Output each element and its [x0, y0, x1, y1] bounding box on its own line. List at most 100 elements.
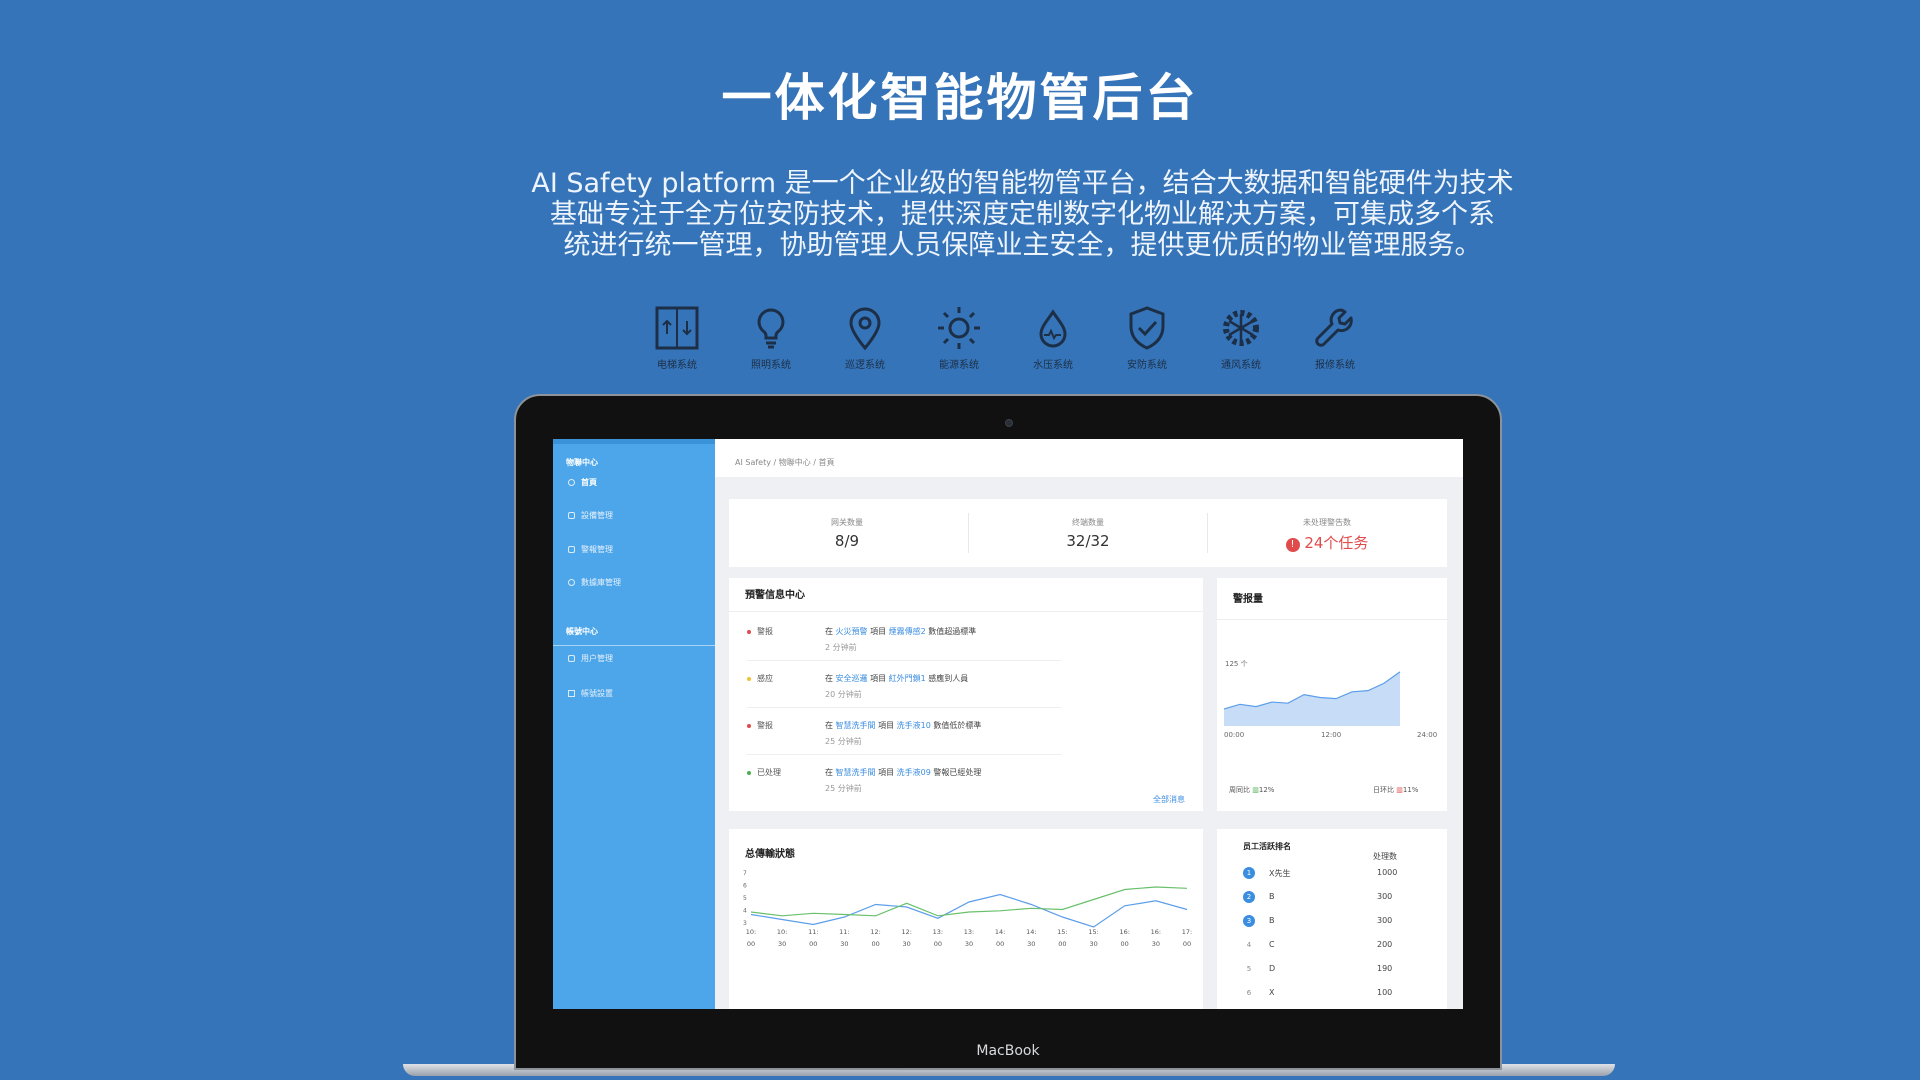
transfer-line-chart: 7654310:0010:3011:0011:3012:0012:3013:00…	[743, 870, 1192, 948]
system-repair: 报修系统	[1295, 304, 1375, 371]
y-tick-label: 7	[743, 870, 747, 877]
alarm-area-chart	[1223, 671, 1401, 726]
stat-value: ! 24个任务	[1209, 532, 1445, 553]
sidebar-item-users[interactable]: 用户管理	[568, 653, 613, 664]
alert-mid: 項目	[870, 627, 887, 636]
system-label: 巡逻系统	[845, 360, 885, 371]
ranking-card: 员工活跃排名 处理数 1 X先生 1000 2 B 300 3 B 300 4 C 200 5 D 190 6…	[1217, 829, 1447, 1009]
system-icon-row: 电梯系统 照明系统 巡逻系统 能源系统 水压系统 安防系统 通风系统 报修系统	[630, 304, 1370, 384]
stat-divider	[1207, 513, 1208, 553]
alert-system-link[interactable]: 火災預警	[836, 627, 868, 636]
rank-name: C	[1269, 940, 1275, 949]
alert-message: 在 安全巡邏 項目 紅外門鎖1 感應到人員	[825, 673, 968, 684]
sidebar-item-home[interactable]: 首頁	[568, 477, 597, 488]
sidebar-item-label: 帳號設置	[581, 689, 613, 698]
system-label: 安防系统	[1127, 360, 1167, 371]
status-dot	[747, 677, 751, 681]
sidebar-item-label: 首頁	[581, 478, 597, 487]
x-tick-label: 12:	[901, 928, 911, 936]
sidebar-item-database[interactable]: 數據庫管理	[568, 577, 621, 588]
x-tick-label: 30	[1152, 940, 1160, 948]
alert-time: 25 分钟前	[825, 737, 862, 746]
x-tick-label: 10:	[746, 928, 756, 936]
transfer-title: 总傳輸狀態	[745, 849, 795, 860]
week-label: 周同比	[1229, 786, 1250, 794]
wrench-icon	[1315, 308, 1353, 347]
hero-description: AI Safety platform 是一个企业级的智能物管平台，结合大数据和智…	[510, 168, 1535, 261]
sidebar-item-label: 設備管理	[581, 511, 613, 520]
alert-device-link[interactable]: 洗手液09	[897, 768, 931, 777]
alarm-x-label: 00:00	[1224, 731, 1245, 739]
stat-value: 32/32	[1066, 532, 1110, 550]
bulb-icon	[757, 308, 785, 349]
system-water: 水压系统	[1013, 304, 1093, 371]
desc-line: 基础专注于全方位安防技术，提供深度定制数字化物业解决方案，可集成多个系	[550, 199, 1495, 230]
warning-icon	[568, 690, 575, 697]
alarm-volume-title: 警报量	[1233, 594, 1263, 605]
main-content: AI Safety / 物聯中心 / 首頁 网关数量 8/9 终端数量 32/3…	[715, 439, 1463, 1009]
desc-line: AI Safety platform 是一个企业级的智能物管平台，结合大数据和智…	[531, 168, 1514, 199]
desc-line: 统进行统一管理，协助管理人员保障业主安全，提供更优质的物业管理服务。	[563, 230, 1482, 261]
alert-device-link[interactable]: 煙霧傳感2	[889, 627, 926, 636]
system-label: 通风系统	[1221, 360, 1261, 371]
alarm-x-label: 12:00	[1321, 731, 1342, 739]
app-screen: 物聯中心 首頁 設備管理 警報管理 數據庫管理 帳號中心 用户管理 帳號設置 A…	[553, 439, 1463, 1009]
alert-pre: 在	[825, 627, 833, 636]
ranking-row: 4 C 200	[1243, 939, 1393, 953]
sidebar-item-devices[interactable]: 設備管理	[568, 510, 613, 521]
stat-unhandled-alerts: 未处理警告数 ! 24个任务	[1209, 499, 1445, 567]
stat-value-text: 24个任务	[1304, 534, 1369, 552]
x-tick-label: 14:	[1026, 928, 1036, 936]
x-tick-label: 00	[1183, 940, 1191, 948]
alert-pre: 在	[825, 674, 833, 683]
ranking-title: 员工活跃排名	[1243, 842, 1291, 851]
system-lighting: 照明系统	[731, 304, 811, 371]
rank-count: 100	[1377, 988, 1393, 997]
alert-post: 數值超過標準	[928, 627, 977, 636]
rank-name: X	[1269, 988, 1275, 997]
x-tick-label: 00	[1058, 940, 1066, 948]
x-tick-label: 15:	[1057, 928, 1067, 936]
shield-check-icon	[1129, 306, 1165, 350]
all-messages-link[interactable]: 全部消息	[1153, 794, 1185, 805]
sidebar-item-alarms[interactable]: 警報管理	[568, 544, 613, 555]
alert-circle-icon: !	[1285, 538, 1300, 552]
alert-system-link[interactable]: 智慧洗手間	[836, 768, 876, 777]
stat-label: 终端数量	[1072, 518, 1104, 527]
laptop-brand: MacBook	[976, 1043, 1040, 1059]
alert-post: 感應到人員	[928, 674, 969, 683]
alert-device-link[interactable]: 紅外門鎖1	[889, 674, 926, 683]
sidebar: 物聯中心 首頁 設備管理 警報管理 數據庫管理 帳號中心 用户管理 帳號設置	[553, 439, 715, 1009]
alarm-area	[1224, 671, 1400, 726]
x-tick-label: 13:	[933, 928, 943, 936]
stat-value: 8/9	[834, 532, 860, 550]
stat-label: 网关数量	[831, 518, 863, 527]
x-tick-label: 30	[840, 940, 848, 948]
rank-badge: 3	[1243, 915, 1255, 927]
stats-card: 网关数量 8/9 终端数量 32/32 未处理警告数 ! 24个任务	[729, 499, 1447, 567]
stat-divider	[968, 513, 969, 553]
alert-mid: 項目	[878, 721, 895, 730]
alert-time: 25 分钟前	[825, 784, 862, 793]
x-tick-label: 11:	[808, 928, 818, 936]
fan-snowflake-icon	[1223, 310, 1259, 346]
sidebar-item-settings[interactable]: 帳號設置	[568, 688, 613, 699]
x-tick-label: 17:	[1182, 928, 1192, 936]
alert-device-link[interactable]: 洗手液10	[897, 721, 931, 730]
breadcrumb[interactable]: AI Safety / 物聯中心 / 首頁	[735, 457, 835, 468]
sidebar-item-label: 用户管理	[581, 654, 613, 663]
x-tick-label: 00	[996, 940, 1004, 948]
sidebar-item-label: 警報管理	[581, 545, 613, 554]
sidebar-section-account: 帳號中心	[566, 627, 598, 636]
alert-time: 20 分钟前	[825, 690, 862, 699]
alert-tag: 已处理	[757, 768, 781, 777]
alerts-card: 預警信息中心 警报在 火災預警 項目 煙霧傳感2 數值超過標準 2 分钟前 感应在 …	[729, 578, 1203, 811]
alert-system-link[interactable]: 安全巡邏	[836, 674, 868, 683]
x-tick-label: 30	[1089, 940, 1097, 948]
alert-post: 數值低於標準	[933, 721, 982, 730]
rank-badge: 1	[1243, 867, 1255, 879]
alert-system-link[interactable]: 智慧洗手間	[836, 721, 876, 730]
rank-name: B	[1269, 916, 1275, 925]
system-energy: 能源系统	[919, 304, 999, 371]
x-tick-label: 00	[747, 940, 755, 948]
